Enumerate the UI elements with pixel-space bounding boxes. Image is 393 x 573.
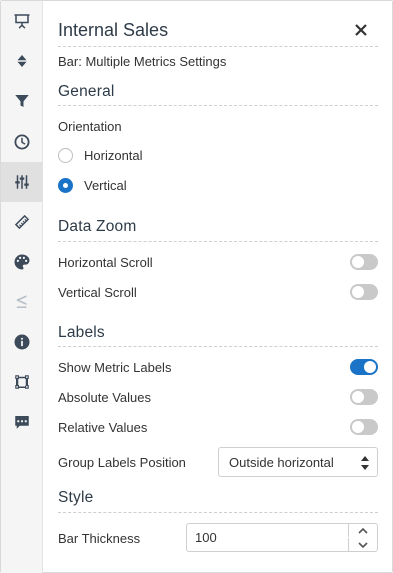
settings-window: Internal Sales Bar: Multiple Metrics Set… [0,0,393,573]
settings-panel: Internal Sales Bar: Multiple Metrics Set… [43,1,393,573]
close-icon [355,24,367,36]
close-button[interactable] [354,23,370,39]
rail-item-colors[interactable] [1,242,42,282]
selection-icon [14,375,29,389]
radio-label: Vertical [84,178,127,193]
radio-horizontal[interactable]: Horizontal [58,148,143,163]
rail-item-filter[interactable] [1,81,42,121]
group-labels-position-select[interactable]: Outside horizontal [218,447,378,477]
divider [58,512,378,513]
absolute-values-toggle[interactable] [350,389,378,405]
group-labels-position-label: Group Labels Position [58,455,186,470]
rail-item-selection[interactable] [1,362,42,402]
chevron-down-icon [358,541,368,548]
section-data-zoom-heading: Data Zoom [58,218,137,235]
absolute-values-label: Absolute Values [58,390,151,405]
radio-label: Horizontal [84,148,143,163]
divider [58,241,378,242]
select-value: Outside horizontal [229,454,334,470]
relative-values-toggle[interactable] [350,419,378,435]
bar-thickness-label: Bar Thickness [58,531,141,546]
bar-thickness-stepper[interactable] [186,523,378,552]
show-metric-labels-label: Show Metric Labels [58,360,172,375]
radio-button[interactable] [58,178,73,193]
decrement-button[interactable] [348,538,377,551]
vertical-scroll-label: Vertical Scroll [58,285,137,300]
section-labels-heading: Labels [58,324,105,341]
radio-button[interactable] [58,148,73,163]
less-equal-icon [16,295,26,308]
relative-values-label: Relative Values [58,420,148,435]
rail-item-settings[interactable] [1,162,42,202]
divider [58,346,378,347]
panel-title: Internal Sales [58,20,169,40]
sliders-icon [14,175,29,189]
vertical-scroll-toggle[interactable] [350,284,378,300]
horizontal-scroll-toggle[interactable] [350,254,378,270]
toggle-knob [352,391,364,403]
divider [58,46,378,47]
toggle-knob [352,256,364,268]
bar-thickness-input[interactable] [187,524,349,551]
sort-icon [17,55,26,67]
rail-item-presentation[interactable] [1,1,42,41]
orientation-label: Orientation [58,119,122,134]
toggle-knob [364,361,376,373]
rail-item-sort[interactable] [1,41,42,81]
rail-item-history[interactable] [1,122,42,162]
increment-button[interactable] [348,524,377,537]
select-arrows-icon [361,456,369,470]
show-metric-labels-toggle[interactable] [350,359,378,375]
toggle-knob [352,286,364,298]
filter-icon [14,95,29,107]
info-icon [14,334,29,350]
presentation-icon [14,14,29,29]
ruler-icon [14,214,29,230]
radio-vertical[interactable]: Vertical [58,178,127,193]
rail-item-info[interactable] [1,322,42,362]
palette-icon [14,254,29,270]
divider [58,105,378,106]
rail-item-conditions[interactable] [1,282,42,322]
panel-subtitle: Bar: Multiple Metrics Settings [58,54,227,69]
section-style-heading: Style [58,489,94,506]
rail-item-comments[interactable] [1,402,42,442]
icon-rail [1,1,43,573]
clock-icon [14,134,29,150]
toggle-knob [352,421,364,433]
rail-item-ruler[interactable] [1,202,42,242]
horizontal-scroll-label: Horizontal Scroll [58,255,153,270]
chevron-up-icon [358,527,368,534]
comment-icon [14,416,29,429]
section-general-heading: General [58,83,115,100]
